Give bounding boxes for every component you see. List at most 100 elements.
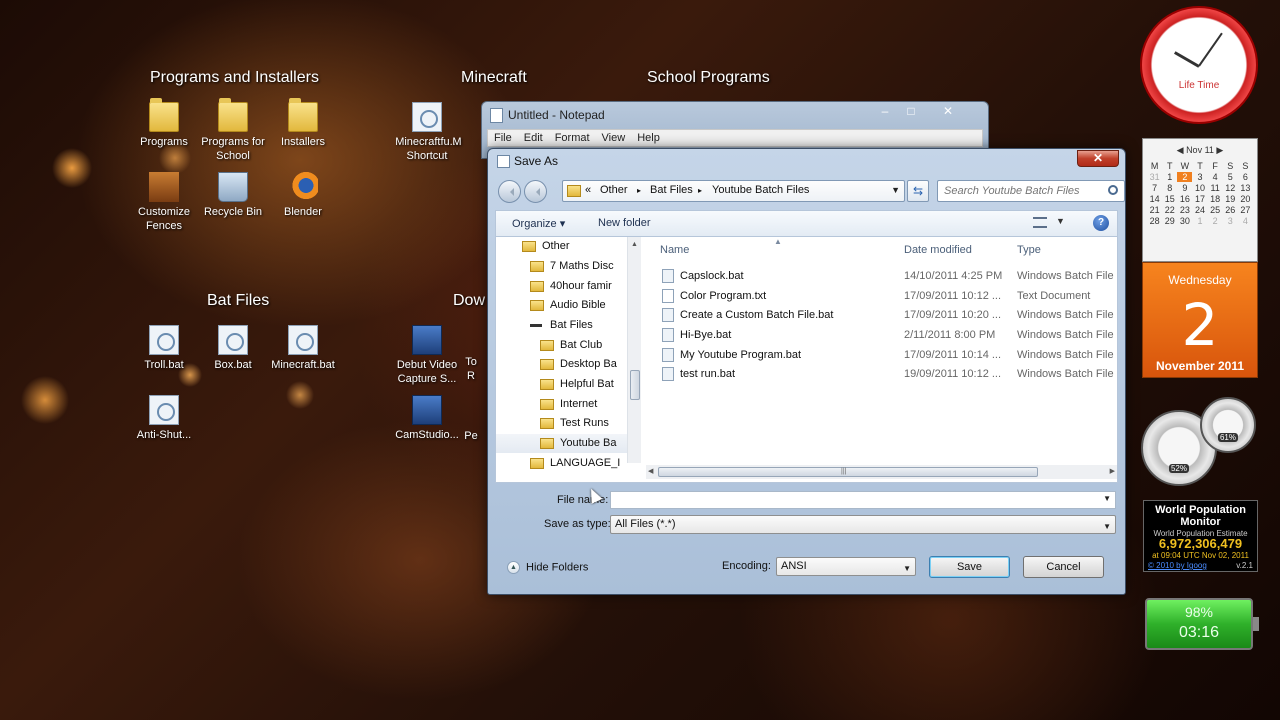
horizontal-scrollbar[interactable]: ◀ ||| ▶	[646, 465, 1117, 479]
address-dropdown-icon[interactable]: ▼	[891, 185, 900, 195]
refresh-icon[interactable]: ⇆	[907, 180, 929, 202]
calendar-day[interactable]: 8	[1162, 183, 1177, 193]
search-input[interactable]	[937, 180, 1125, 202]
scroll-left-icon[interactable]: ◀	[648, 467, 653, 475]
menu-file[interactable]: File	[488, 130, 518, 146]
desktop-icon-programs[interactable]: Programs	[124, 98, 204, 149]
tree-item-internet[interactable]: Internet	[540, 395, 597, 414]
desktop-icon-to[interactable]: To R	[460, 355, 482, 383]
tree-item-desktop-ba[interactable]: Desktop Ba	[540, 355, 617, 374]
clock-gadget[interactable]: Life Time	[1140, 6, 1258, 124]
calendar-day[interactable]: 11	[1208, 183, 1223, 193]
save-as-type-select[interactable]: All Files (*.*) ▼	[610, 515, 1116, 534]
breadcrumb-separator-icon[interactable]: ▸	[637, 186, 641, 195]
calendar-day[interactable]: 7	[1147, 183, 1162, 193]
breadcrumb-separator-icon[interactable]: ▸	[698, 186, 702, 195]
column-name[interactable]: Name	[660, 244, 689, 256]
calendar-day[interactable]: 15	[1162, 194, 1177, 204]
memory-meter-gadget[interactable]: 61%	[1200, 397, 1256, 453]
dialog-close-button[interactable]: ✕	[1077, 150, 1119, 167]
calendar-day[interactable]: 2	[1177, 172, 1193, 182]
save-button[interactable]: Save	[929, 556, 1010, 578]
desktop-icon-blender[interactable]: Blender	[263, 172, 343, 219]
notepad-minimize-button[interactable]: –	[872, 102, 898, 120]
desktop-icon-programs-for-school[interactable]: Programs for School	[193, 98, 273, 163]
address-bar[interactable]: « Other ▸ Bat Files ▸ Youtube Batch File…	[562, 180, 905, 202]
calendar-day[interactable]: 4	[1208, 172, 1223, 182]
desktop-icon-pe[interactable]: Pe	[460, 429, 482, 443]
tree-item-audio-bible[interactable]: Audio Bible	[530, 296, 606, 315]
tree-item-language[interactable]: LANGUAGE_I	[530, 454, 620, 473]
population-link[interactable]: © 2010 by Igoog	[1148, 561, 1207, 570]
tree-item-40hour[interactable]: 40hour famir	[530, 277, 612, 296]
calendar-day[interactable]: 12	[1223, 183, 1238, 193]
desktop-icon-minecraft-2[interactable]: M	[437, 102, 477, 149]
chevron-down-icon[interactable]: ▼	[1103, 494, 1111, 503]
calendar-day[interactable]: 1	[1162, 172, 1177, 182]
file-row[interactable]: Hi-Bye.bat 2/11/2011 8:00 PM Windows Bat…	[660, 325, 1120, 345]
calendar-day[interactable]: 24	[1192, 205, 1207, 215]
views-dropdown-icon[interactable]: ▼	[1056, 216, 1065, 226]
calendar-day[interactable]: 23	[1177, 205, 1192, 215]
desktop-icon-debut-video[interactable]: Debut Video Capture S...	[387, 325, 467, 386]
breadcrumb-overflow[interactable]: «	[585, 184, 591, 196]
menu-format[interactable]: Format	[549, 130, 596, 146]
tree-item-maths[interactable]: 7 Maths Disc	[530, 257, 614, 276]
views-icon[interactable]	[1033, 217, 1047, 228]
calendar-day[interactable]: 4	[1238, 216, 1253, 226]
file-row[interactable]: Color Program.txt 17/09/2011 10:12 ... T…	[660, 286, 1120, 306]
desktop-icon-customize-fences[interactable]: Customize Fences	[124, 172, 204, 233]
file-row[interactable]: Create a Custom Batch File.bat 17/09/201…	[660, 305, 1120, 325]
file-name-field[interactable]: ▼	[610, 491, 1116, 509]
new-folder-button[interactable]: New folder	[598, 217, 651, 229]
calendar-day[interactable]: 25	[1208, 205, 1223, 215]
calendar-day[interactable]: 1	[1192, 216, 1207, 226]
breadcrumb-bat-files[interactable]: Bat Files	[650, 184, 693, 196]
desktop-icon-anti-shutdown[interactable]: Anti-Shut...	[124, 395, 204, 442]
notepad-maximize-button[interactable]: □	[898, 102, 924, 120]
calendar-day[interactable]: 5	[1223, 172, 1238, 182]
calendar-day[interactable]: 18	[1208, 194, 1223, 204]
desktop-icon-installers[interactable]: Installers	[263, 98, 343, 149]
column-type[interactable]: Type	[1017, 244, 1041, 256]
desktop-icon-box-bat[interactable]: Box.bat	[193, 325, 273, 372]
calendar-day[interactable]: 17	[1192, 194, 1207, 204]
menu-help[interactable]: Help	[631, 130, 666, 146]
breadcrumb-youtube-batch-files[interactable]: Youtube Batch Files	[712, 184, 809, 196]
chevron-right-icon[interactable]: ▶	[1214, 145, 1223, 155]
encoding-select[interactable]: ANSI ▼	[776, 557, 916, 576]
calendar-day[interactable]: 26	[1223, 205, 1238, 215]
battery-gadget[interactable]: 98% 03:16	[1145, 598, 1259, 650]
calendar-day[interactable]: 27	[1238, 205, 1253, 215]
tree-item-test-runs[interactable]: Test Runs	[540, 414, 609, 433]
notepad-close-button[interactable]: ✕	[926, 102, 970, 120]
file-row[interactable]: test run.bat 19/09/2011 10:12 ... Window…	[660, 364, 1120, 384]
calendar-day[interactable]: 22	[1162, 205, 1177, 215]
tree-scrollbar[interactable]: ▲	[627, 237, 641, 463]
calendar-day[interactable]: 13	[1238, 183, 1253, 193]
calendar-day[interactable]: 6	[1238, 172, 1253, 182]
scroll-up-icon[interactable]: ▲	[631, 241, 638, 248]
menu-view[interactable]: View	[596, 130, 632, 146]
help-icon[interactable]: ?	[1093, 215, 1109, 231]
calendar-day[interactable]: 20	[1238, 194, 1253, 204]
search-icon[interactable]	[1108, 185, 1118, 195]
tree-scroll-thumb[interactable]	[630, 370, 640, 400]
calendar-day[interactable]: 14	[1147, 194, 1162, 204]
calendar-day[interactable]: 3	[1192, 172, 1207, 182]
file-row[interactable]: My Youtube Program.bat 17/09/2011 10:14 …	[660, 345, 1120, 365]
tree-item-other[interactable]: Other	[522, 237, 570, 256]
chevron-down-icon[interactable]: ▼	[903, 560, 911, 577]
calendar-day[interactable]: 19	[1223, 194, 1238, 204]
desktop-icon-troll-bat[interactable]: Troll.bat	[124, 325, 204, 372]
tree-item-bat-files[interactable]: Bat Files	[530, 316, 593, 335]
calendar-day[interactable]: 9	[1177, 183, 1192, 193]
chevron-left-icon[interactable]: ◀	[1177, 145, 1186, 155]
date-gadget[interactable]: Wednesday 2 November 2011	[1142, 262, 1258, 378]
calendar-day[interactable]: 3	[1223, 216, 1238, 226]
hide-folders-button[interactable]: ▲ Hide Folders	[507, 561, 588, 574]
organize-button[interactable]: Organize ▾	[512, 217, 565, 230]
horizontal-scroll-thumb[interactable]	[658, 467, 1038, 477]
calendar-day[interactable]: 31	[1147, 172, 1162, 182]
menu-edit[interactable]: Edit	[518, 130, 549, 146]
